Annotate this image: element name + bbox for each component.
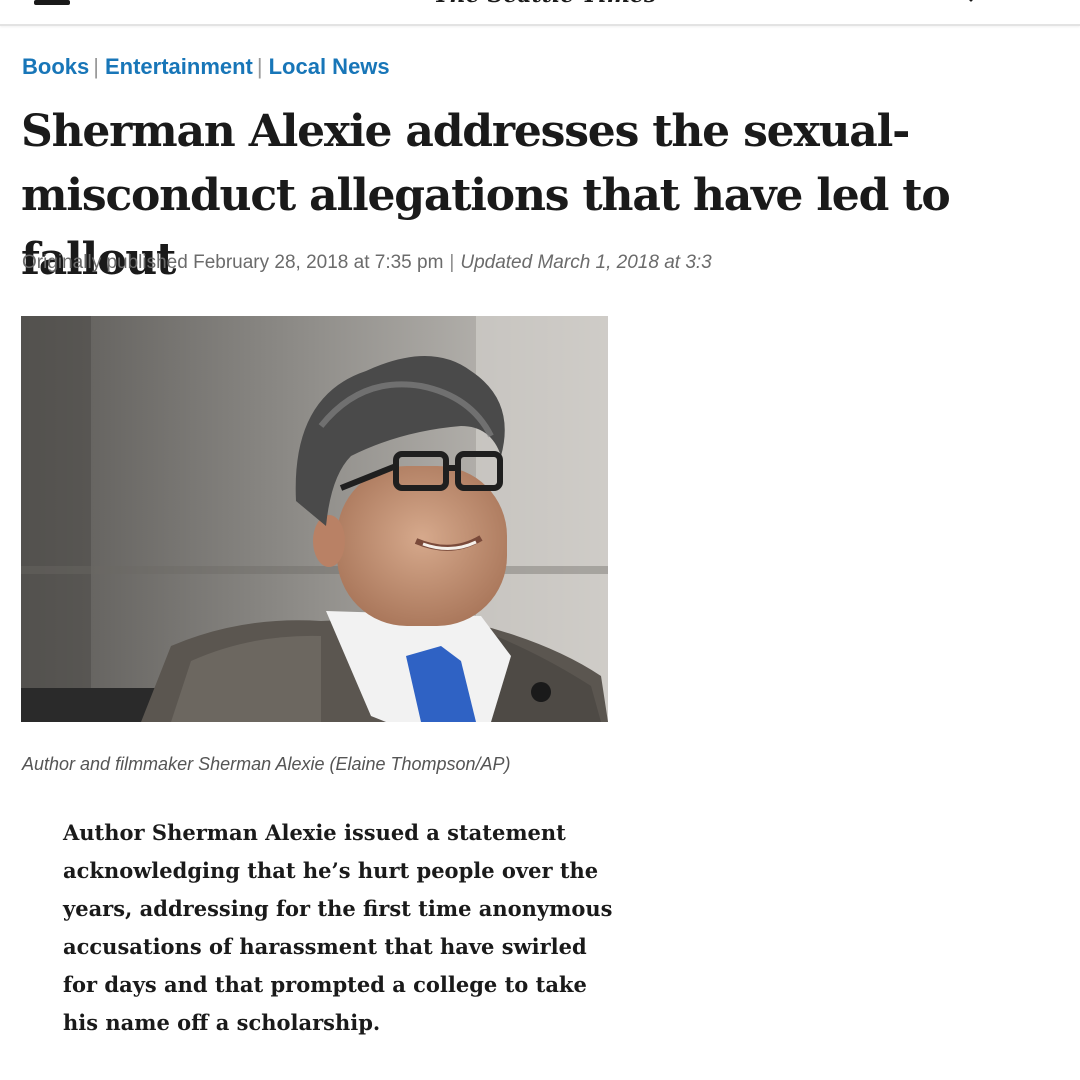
top-navigation-bar: The Seattle Times — [0, 0, 1080, 26]
separator: | — [449, 252, 455, 273]
masthead-logo[interactable]: The Seattle Times — [430, 0, 660, 8]
section-link-entertainment[interactable]: Entertainment — [105, 54, 253, 79]
article-photo[interactable] — [21, 316, 608, 722]
article-dateline: Originally published February 28, 2018 a… — [22, 250, 742, 276]
section-breadcrumb: Books | Entertainment | Local News — [22, 53, 390, 81]
updated-date: Updated March 1, 2018 at 3:3 — [460, 252, 712, 273]
section-link-local-news[interactable]: Local News — [269, 54, 390, 79]
separator: | — [256, 54, 263, 79]
section-link-books[interactable]: Books — [22, 54, 89, 79]
published-date: Originally published February 28, 2018 a… — [22, 252, 444, 273]
article-summary: Author Sherman Alexie issued a statement… — [63, 820, 613, 1035]
search-icon[interactable] — [958, 0, 974, 4]
hamburger-menu-icon[interactable] — [34, 0, 70, 8]
separator: | — [93, 54, 99, 79]
photo-caption: Author and filmmaker Sherman Alexie (Ela… — [22, 754, 511, 774]
